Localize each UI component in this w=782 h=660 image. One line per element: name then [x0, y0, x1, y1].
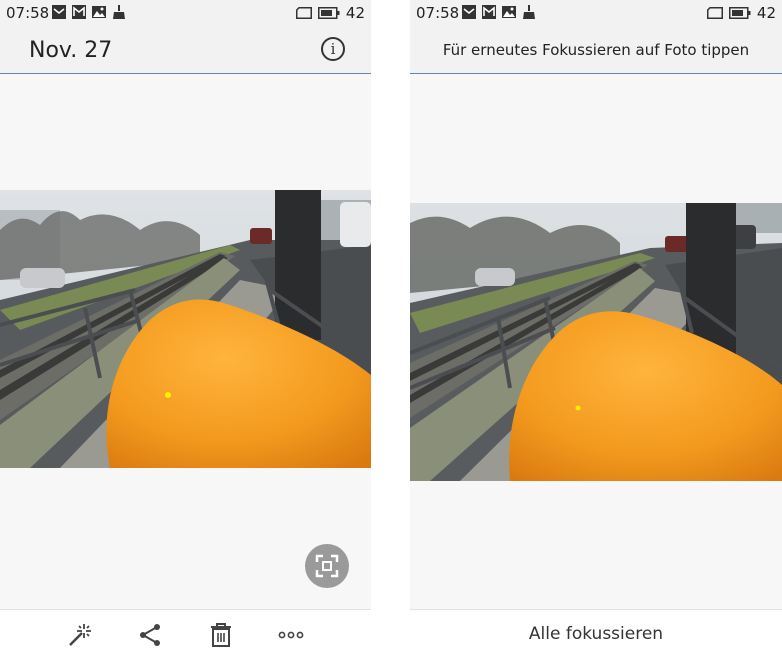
- message-icon: [52, 5, 66, 19]
- left-screen: 07:58 42 Nov. 27 i: [0, 0, 371, 660]
- refocus-button[interactable]: [305, 544, 349, 588]
- image-icon: [92, 6, 106, 18]
- right-screen: 07:58 42 Für erneutes Fokussieren auf Fo…: [410, 0, 782, 660]
- header-bar: Nov. 27 i: [0, 27, 371, 74]
- status-time: 07:58: [416, 4, 460, 22]
- share-icon: [140, 624, 160, 646]
- gmail-icon: [482, 5, 496, 19]
- share-button[interactable]: [137, 622, 163, 648]
- status-bar: 07:58 42: [0, 0, 371, 27]
- battery-icon: [728, 7, 751, 19]
- bottom-toolbar: [0, 609, 371, 660]
- broom-icon: [523, 5, 535, 19]
- gmail-icon: [72, 5, 86, 19]
- broom-icon: [113, 5, 125, 19]
- status-bar: 07:58 42: [410, 0, 782, 27]
- trash-icon: [211, 623, 231, 647]
- bottom-bar: Alle fokussieren: [410, 609, 782, 660]
- info-button[interactable]: i: [321, 37, 345, 61]
- magic-wand-icon: [69, 624, 91, 646]
- image-icon: [502, 6, 516, 18]
- street-photo[interactable]: [410, 203, 782, 481]
- edit-button[interactable]: [67, 622, 93, 648]
- status-time: 07:58: [6, 4, 50, 22]
- delete-button[interactable]: [208, 622, 234, 648]
- more-icon: [278, 631, 304, 639]
- street-photo[interactable]: [0, 190, 371, 468]
- photo[interactable]: [410, 203, 782, 481]
- notification-icons: [52, 5, 126, 19]
- focus-all-button[interactable]: Alle fokussieren: [410, 624, 782, 644]
- status-right: 42: [706, 4, 776, 22]
- page-title: Nov. 27: [29, 38, 113, 63]
- battery-level: 42: [345, 4, 365, 22]
- notification-icons: [462, 5, 536, 19]
- sim-icon: [706, 7, 723, 19]
- status-right: 42: [295, 4, 365, 22]
- info-icon: i: [330, 40, 336, 58]
- message-icon: [462, 5, 476, 19]
- battery-level: 42: [756, 4, 776, 22]
- battery-icon: [317, 7, 340, 19]
- focus-frame-icon: [315, 554, 339, 578]
- sim-icon: [295, 7, 312, 19]
- more-button[interactable]: [278, 622, 304, 648]
- refocus-hint: Für erneutes Fokussieren auf Foto tippen: [442, 41, 750, 59]
- photo[interactable]: [0, 190, 371, 468]
- hint-bar: Für erneutes Fokussieren auf Foto tippen: [410, 27, 782, 74]
